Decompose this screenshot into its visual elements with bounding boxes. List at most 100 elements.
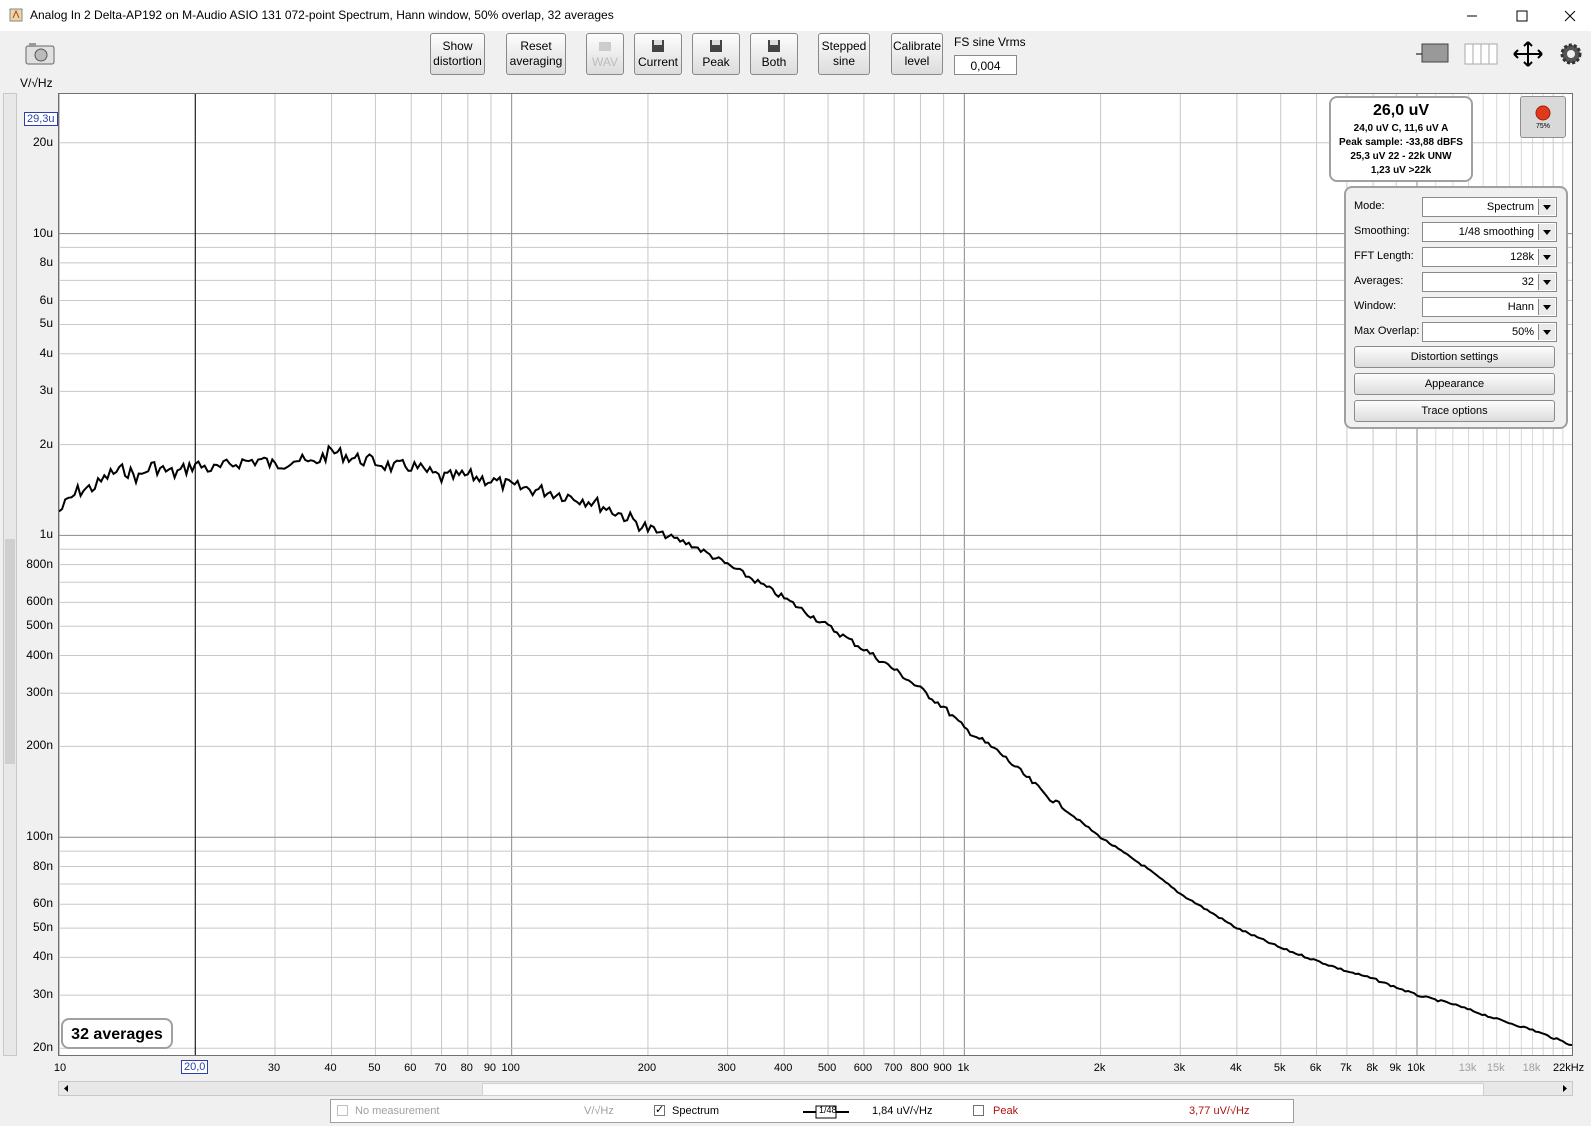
cursor-y-readout: 29,3u [24,112,58,126]
y-tick-label: 80n [32,858,53,873]
record-percent: 75% [1535,123,1550,130]
maximize-icon[interactable] [1512,6,1532,26]
scroll-right-icon[interactable] [1560,1083,1570,1094]
chevron-down-icon [1538,324,1555,340]
y-tick-label: 1u [39,527,53,542]
x-tick-label: 700 [884,1062,903,1074]
x-tick-label: 70 [434,1062,447,1074]
mode-select[interactable]: Spectrum [1422,197,1557,217]
x-tick-label: 60 [404,1062,417,1074]
y-tick-label: 10u [32,225,53,240]
save-peak-button[interactable]: Peak [692,33,740,75]
y-tick-label: 40n [32,949,53,964]
rms-main-value: 26,0 uV [1372,102,1430,119]
chevron-down-icon [1538,274,1555,290]
layout-icon[interactable] [1414,40,1450,68]
analysis-settings-panel: Mode: Spectrum Smoothing: 1/48 smoothing… [1344,186,1568,429]
spectrum-checkbox[interactable]: ✓ [654,1105,665,1116]
no-measurement-checkbox[interactable] [337,1105,348,1116]
x-tick-label: 18k [1522,1062,1541,1074]
trace-legend: No measurement V/√Hz ✓ Spectrum 1/48 1,8… [330,1099,1294,1123]
x-tick-label: 900 [933,1062,952,1074]
fft-length-label: FFT Length: [1354,250,1414,262]
x-tick-label: 8k [1366,1062,1378,1074]
smoothing-label: Smoothing: [1354,225,1410,237]
peak-checkbox[interactable] [973,1105,984,1116]
max-overlap-select[interactable]: 50% [1422,322,1557,342]
smoothing-select[interactable]: 1/48 smoothing [1422,222,1557,242]
y-tick-label: 20n [32,1040,53,1055]
rms-above: 1,23 uV >22k [1370,165,1432,176]
show-distortion-button[interactable]: Show distortion [430,33,485,75]
x-tick-label: 200 [637,1062,657,1074]
smoothing-badge: 1/48 [819,1105,837,1115]
y-tick-label: 200n [26,738,53,753]
y-tick-label: 60n [32,896,53,911]
reset-averaging-button[interactable]: Reset averaging [506,33,566,75]
max-overlap-row: Max Overlap: 50% [1354,322,1558,342]
x-tick-label: 50 [368,1062,381,1074]
chevron-down-icon [1538,224,1555,240]
mode-row: Mode: Spectrum [1354,197,1558,217]
record-button[interactable]: 75% [1520,96,1566,138]
x-tick-label: 600 [853,1062,873,1074]
appearance-button[interactable]: Appearance [1354,373,1555,395]
horizontal-scrollbar[interactable] [58,1081,1573,1096]
window-select[interactable]: Hann [1422,297,1557,317]
trace-options-button[interactable]: Trace options [1354,400,1555,422]
chevron-down-icon [1538,299,1555,315]
averages-select[interactable]: 32 [1422,272,1557,292]
x-tick-label: 300 [717,1062,736,1074]
y-tick-label: 8u [39,254,53,269]
x-tick-label: 7k [1340,1062,1352,1074]
averages-badge: 32 averages [61,1018,173,1049]
save-both-button[interactable]: Both [750,33,798,75]
x-tick-label: 500 [817,1062,837,1074]
minimize-icon[interactable] [1462,6,1482,26]
rms-weighted: 24,0 uV C, 11,6 uV A [1353,123,1449,134]
no-measurement-units: V/√Hz [584,1105,614,1117]
y-tick-label: 2u [39,436,53,451]
x-tick-label: 800 [910,1062,929,1074]
x-tick-label: 40 [324,1062,337,1074]
x-tick-label: 10k [1407,1062,1425,1074]
y-tick-label: 50n [32,920,53,935]
save-current-button[interactable]: Current [634,33,682,75]
app-icon [9,8,23,22]
y-tick-label: 100n [26,829,53,844]
gear-icon[interactable] [1558,41,1584,67]
fft-length-select[interactable]: 128k [1422,247,1557,267]
averages-label: Averages: [1354,275,1404,287]
y-tick-label: 20u [32,134,53,149]
wav-button[interactable]: WAV [586,33,624,75]
fs-sine-label: FS sine Vrms [954,35,1026,49]
columns-icon[interactable] [1463,40,1499,68]
no-measurement-label: No measurement [355,1105,440,1117]
chevron-down-icon [1538,249,1555,265]
window-label: Window: [1354,300,1397,312]
stepped-sine-button[interactable]: Stepped sine [818,33,870,75]
horizontal-scroll-thumb[interactable] [482,1083,1484,1096]
close-icon[interactable] [1560,6,1580,26]
record-icon [1535,105,1551,121]
spectrum-cursor-value: 1,84 uV/√Hz [872,1105,933,1117]
y-tick-label: 600n [26,594,53,609]
fs-sine-input[interactable]: 0,004 [954,55,1017,75]
x-tick-label: 100 [501,1062,520,1074]
scroll-left-icon[interactable] [61,1083,71,1094]
move-arrows-icon[interactable] [1510,40,1546,68]
distortion-settings-button[interactable]: Distortion settings [1354,346,1555,368]
peak-label: Peak [993,1105,1019,1117]
y-units-label: V/√Hz [20,76,53,90]
calibrate-level-button[interactable]: Calibrate level [891,33,943,75]
rms-peak-sample: Peak sample: -33,88 dBFS [1339,137,1463,148]
fft-length-row: FFT Length: 128k [1354,247,1558,267]
x-tick-label: 13k [1458,1062,1477,1074]
y-tick-label: 30n [32,987,53,1002]
floppy-icon [710,39,722,52]
rms-readout-box: 26,0 uV 24,0 uV C, 11,6 uV A Peak sample… [1329,96,1473,182]
camera-icon[interactable] [24,40,56,66]
y-tick-label: 500n [26,618,53,633]
y-tick-label: 4u [39,345,53,360]
folder-icon [599,41,611,51]
